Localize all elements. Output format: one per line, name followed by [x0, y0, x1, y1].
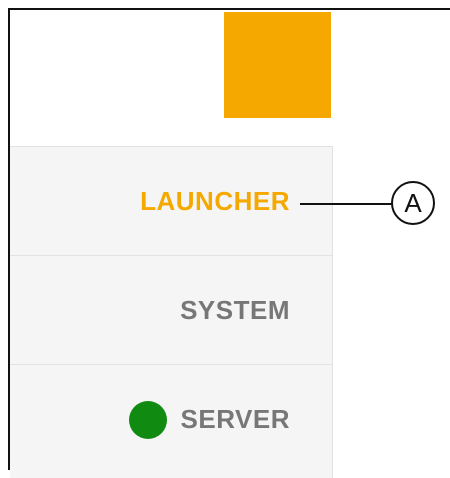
menu-item-label: LAUNCHER [140, 185, 290, 216]
menu-item-label: SYSTEM [180, 294, 290, 325]
top-border [8, 8, 450, 10]
menu-item-label: SERVER [180, 404, 290, 434]
green-status-dot-icon [128, 400, 167, 439]
screen-frame: LAUNCHER SYSTEM SERVER A [0, 0, 450, 478]
menu-item-server[interactable]: SERVER [10, 365, 332, 474]
callout-marker: A [391, 181, 435, 225]
menu-item-launcher[interactable]: LAUNCHER [10, 147, 332, 256]
side-menu: LAUNCHER SYSTEM SERVER [10, 146, 333, 478]
orange-logo-block [224, 12, 331, 118]
menu-item-system[interactable]: SYSTEM [10, 256, 332, 365]
callout-line [300, 203, 392, 205]
callout-label: A [404, 187, 422, 218]
